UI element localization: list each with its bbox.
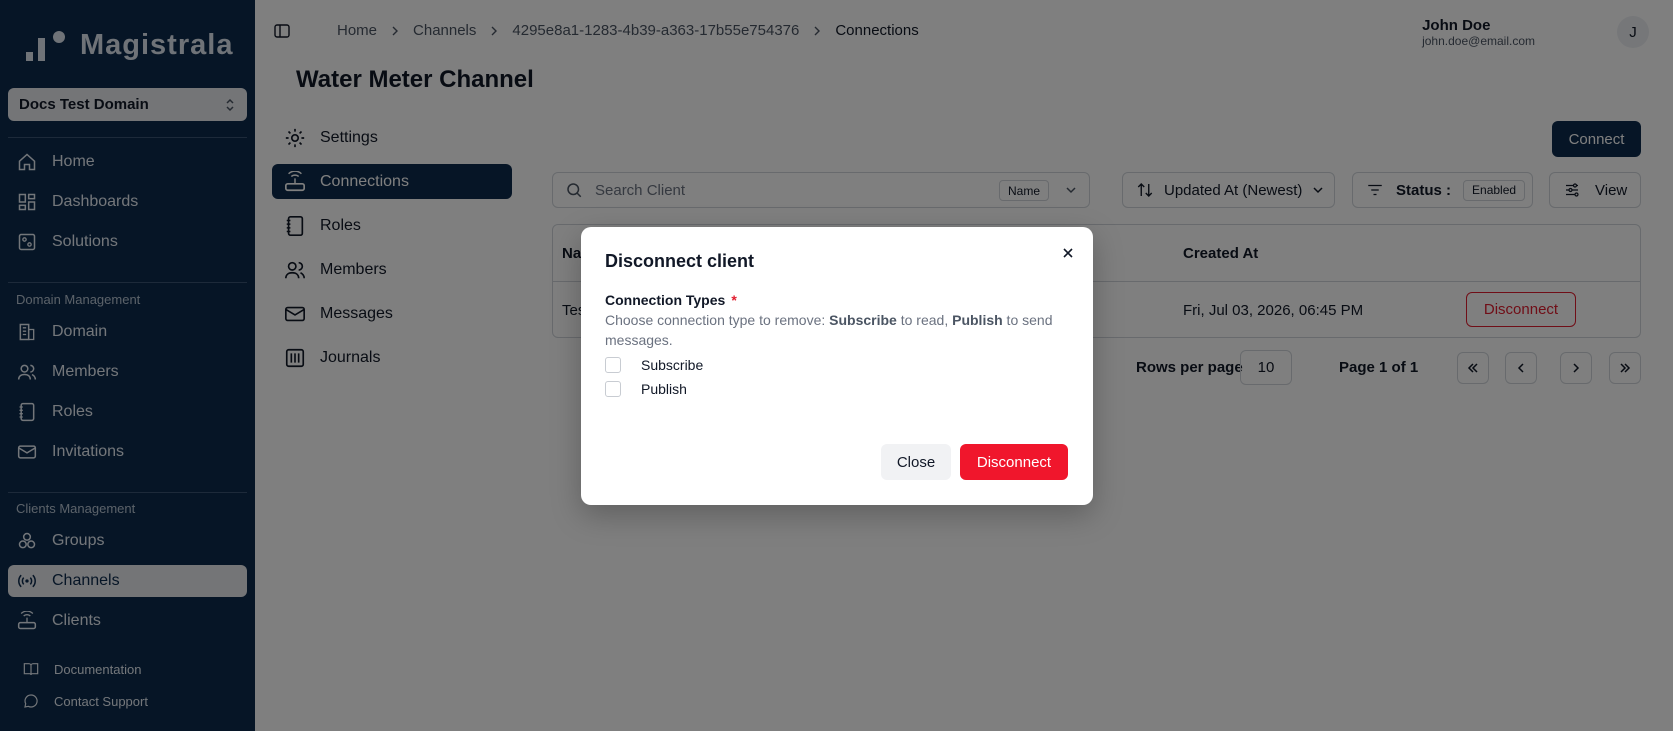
- publish-label: Publish: [641, 381, 687, 397]
- publish-checkbox[interactable]: [605, 381, 621, 397]
- dialog-close-button[interactable]: [1061, 246, 1075, 260]
- subscribe-label: Subscribe: [641, 357, 704, 373]
- close-button[interactable]: Close: [881, 444, 951, 480]
- disconnect-client-dialog: Disconnect client Connection Types * Choo…: [581, 227, 1093, 505]
- desc-subscribe: Subscribe: [829, 312, 897, 328]
- subscribe-option[interactable]: Subscribe: [605, 357, 703, 373]
- subscribe-checkbox[interactable]: [605, 357, 621, 373]
- required-mark: *: [731, 292, 737, 308]
- desc-part: to read,: [896, 312, 953, 328]
- close-icon: [1063, 248, 1073, 258]
- desc-part: Choose connection type to remove:: [605, 312, 830, 328]
- connection-types-text: Connection Types: [605, 292, 726, 308]
- desc-publish: Publish: [952, 312, 1003, 328]
- publish-option[interactable]: Publish: [605, 381, 687, 397]
- disconnect-button[interactable]: Disconnect: [960, 444, 1068, 480]
- connection-types-description: Choose connection type to remove: Subscr…: [605, 310, 1075, 350]
- dialog-title: Disconnect client: [605, 251, 755, 271]
- connection-types-label: Connection Types *: [605, 292, 737, 308]
